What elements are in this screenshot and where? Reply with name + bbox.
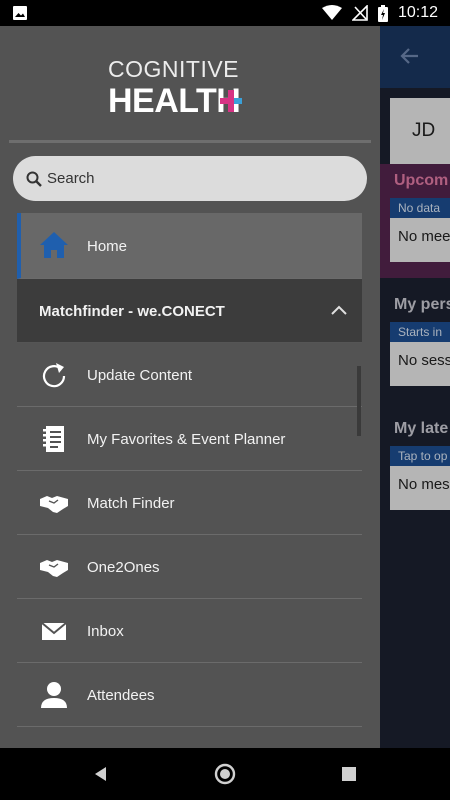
battery-icon — [377, 4, 388, 22]
app-logo: COGNITIVE HEALTH — [108, 56, 248, 120]
section-label: Matchfinder - we.CONECT — [39, 303, 225, 320]
clock: 10:12 — [397, 4, 438, 21]
wifi-icon — [321, 5, 342, 20]
back-icon[interactable] — [89, 762, 113, 786]
home-button-icon[interactable] — [213, 762, 237, 786]
handshake-icon — [40, 560, 68, 577]
image-icon — [13, 6, 27, 20]
status-bar: 10:12 — [0, 0, 450, 26]
system-nav-bar — [0, 748, 450, 800]
drawer-scrim[interactable] — [380, 26, 450, 748]
recents-icon[interactable] — [337, 762, 361, 786]
search-input[interactable]: Search — [13, 156, 367, 201]
menu-item-label: Match Finder — [87, 495, 175, 512]
header-divider — [9, 140, 371, 143]
handshake-icon — [40, 496, 68, 513]
menu-item-update-content[interactable]: Update Content — [17, 343, 362, 407]
logo-line1: COGNITIVE — [108, 56, 240, 82]
menu-item-label: One2Ones — [87, 559, 160, 576]
menu-item-label: Home — [87, 238, 128, 255]
menu-item-attendees[interactable]: Attendees — [17, 663, 362, 727]
menu-item-label: Inbox — [87, 623, 124, 640]
chevron-up-icon — [331, 305, 347, 315]
refresh-icon — [42, 363, 66, 388]
menu-item-label: Attendees — [87, 687, 155, 704]
drawer-menu: Home Matchfinder - we.CONECT Update Cont… — [17, 213, 362, 727]
menu-item-inbox[interactable]: Inbox — [17, 599, 362, 663]
search-icon — [26, 171, 42, 187]
mail-icon — [41, 622, 67, 640]
person-icon — [41, 682, 67, 708]
notebook-icon — [43, 426, 64, 452]
menu-item-label: My Favorites & Event Planner — [87, 431, 286, 448]
menu-section-matchfinder[interactable]: Matchfinder - we.CONECT — [17, 279, 362, 343]
search-placeholder: Search — [47, 170, 95, 187]
menu-item-one2ones[interactable]: One2Ones — [17, 535, 362, 599]
menu-item-home[interactable]: Home — [17, 213, 362, 279]
menu-item-favorites[interactable]: My Favorites & Event Planner — [17, 407, 362, 471]
home-icon — [40, 232, 68, 258]
plus-icon — [220, 90, 242, 112]
menu-item-match-finder[interactable]: Match Finder — [17, 471, 362, 535]
no-signal-icon — [351, 5, 368, 21]
navigation-drawer: COGNITIVE HEALTH Search Home Matchfinder… — [0, 26, 380, 748]
menu-item-label: Update Content — [87, 367, 193, 384]
drawer-scrollbar[interactable] — [357, 366, 361, 436]
